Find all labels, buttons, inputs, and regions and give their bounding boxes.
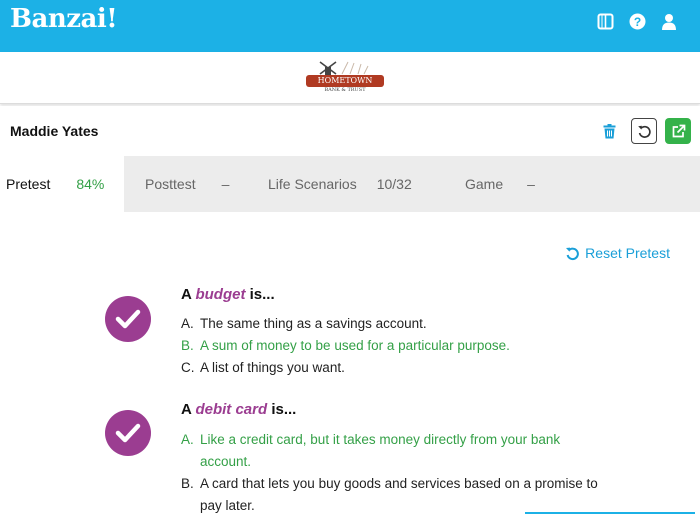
delete-button[interactable] <box>601 118 617 144</box>
check-circle-icon <box>105 296 151 342</box>
answer-option-correct: A. Like a credit card, but it takes money… <box>181 429 560 451</box>
option-text: pay later. <box>200 498 255 513</box>
answer-option-correct: B. A sum of money to be used for a partic… <box>181 335 510 357</box>
top-nav-bar: Banzai! ? <box>0 0 700 52</box>
question-title: A budget is... <box>181 286 275 303</box>
tab-score: – <box>221 176 230 192</box>
option-text: A list of things you want. <box>200 360 345 375</box>
tab-label: Pretest <box>6 176 51 192</box>
question-title: A debit card is... <box>181 401 296 418</box>
reset-label: Reset Pretest <box>585 245 670 261</box>
tab-label: Game <box>465 176 504 192</box>
option-text: Like a credit card, but it takes money d… <box>200 432 561 447</box>
reset-pretest-link[interactable]: Reset Pretest <box>565 245 670 261</box>
option-text: A sum of money to be used for a particul… <box>200 338 510 353</box>
divider <box>525 512 695 514</box>
option-text: The same thing as a savings account. <box>200 316 427 331</box>
top-nav-icons: ? <box>596 11 678 31</box>
user-icon[interactable] <box>660 11 678 31</box>
option-letter: B. <box>181 476 194 491</box>
brand-logo[interactable]: Banzai! <box>10 4 118 34</box>
book-icon[interactable] <box>596 11 614 31</box>
undo-button[interactable] <box>631 118 657 144</box>
institution-logo-band: HOMETOWN BANK & TRUST <box>0 52 700 104</box>
open-external-button[interactable] <box>665 118 691 144</box>
question-term: debit card <box>195 401 268 418</box>
option-letter: A. <box>181 316 194 331</box>
student-bar: Maddie Yates <box>0 106 700 156</box>
option-letter: A. <box>181 432 194 447</box>
option-letter: C. <box>181 360 195 375</box>
help-icon[interactable]: ? <box>628 11 646 31</box>
tab-game[interactable]: Game – <box>465 156 535 212</box>
svg-text:?: ? <box>633 15 640 29</box>
answer-option-continued: account. <box>200 451 251 473</box>
tab-label: Posttest <box>145 176 196 192</box>
check-circle-icon <box>105 410 151 456</box>
option-text: A card that lets you buy goods and servi… <box>200 476 598 491</box>
trash-icon <box>603 123 615 138</box>
answer-option: B. A card that lets you buy goods and ser… <box>181 473 598 495</box>
question-term: budget <box>195 286 246 303</box>
tab-label: Life Scenarios <box>268 176 357 192</box>
bank-name: HOMETOWN <box>306 75 384 87</box>
answer-option: C. A list of things you want. <box>181 357 345 379</box>
external-link-icon <box>672 124 685 137</box>
bank-logo: HOMETOWN BANK & TRUST <box>306 60 388 100</box>
option-text: account. <box>200 454 252 469</box>
answer-option-continued: pay later. <box>200 495 255 517</box>
question-suffix: is... <box>249 286 275 303</box>
tab-posttest[interactable]: Posttest – <box>145 156 229 212</box>
student-actions <box>601 118 691 144</box>
student-name: Maddie Yates <box>10 123 99 139</box>
tab-score: 84% <box>76 176 105 192</box>
question-suffix: is... <box>271 401 297 418</box>
question-prefix: A <box>181 401 192 418</box>
option-letter: B. <box>181 338 194 353</box>
reset-icon <box>566 247 580 260</box>
assessment-tabs: Pretest 84% Posttest – Life Scenarios 10… <box>0 156 700 212</box>
answer-option: A. The same thing as a savings account. <box>181 313 427 335</box>
tab-score: 10/32 <box>376 176 412 192</box>
question-prefix: A <box>181 286 192 303</box>
undo-icon <box>637 125 651 138</box>
tab-pretest[interactable]: Pretest 84% <box>0 156 124 212</box>
bank-tagline: BANK & TRUST <box>324 87 366 93</box>
tab-life-scenarios[interactable]: Life Scenarios 10/32 <box>268 156 412 212</box>
tab-score: – <box>527 176 535 192</box>
